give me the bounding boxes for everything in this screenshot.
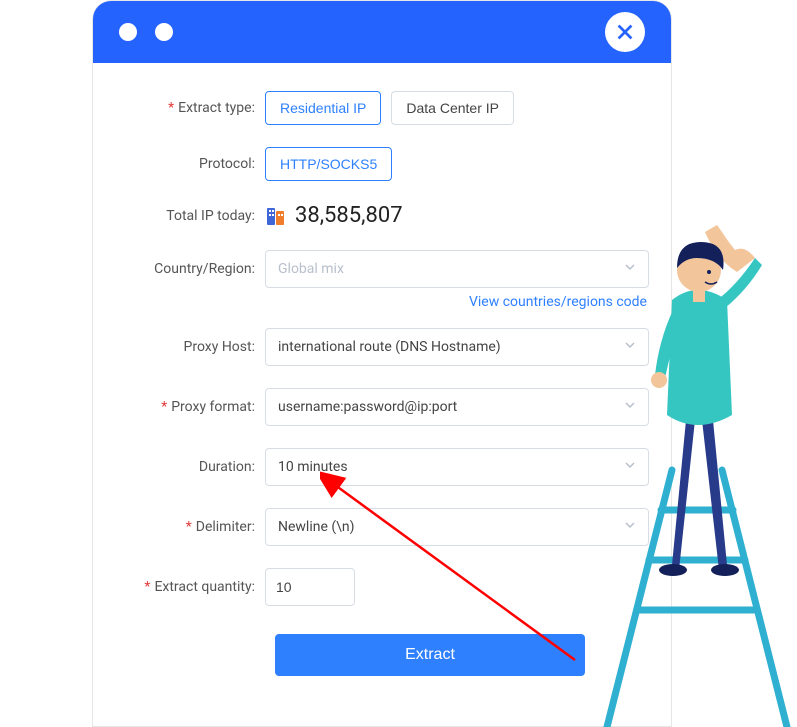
option-protocol[interactable]: HTTP/SOCKS5 bbox=[265, 147, 392, 181]
proxy-format-value: username:password@ip:port bbox=[278, 399, 457, 415]
label-proxy-format: Proxy format: bbox=[171, 399, 255, 415]
country-region-select[interactable]: Global mix bbox=[265, 250, 649, 288]
label-total-ip: Total IP today: bbox=[166, 208, 255, 224]
settings-window: *Extract type: Residential IP Data Cente… bbox=[92, 0, 672, 727]
label-quantity: Extract quantity: bbox=[154, 579, 255, 595]
close-button[interactable] bbox=[605, 12, 645, 52]
label-country: Country/Region: bbox=[154, 261, 255, 277]
form: *Extract type: Residential IP Data Cente… bbox=[93, 63, 671, 676]
option-data-center-ip[interactable]: Data Center IP bbox=[391, 91, 514, 125]
label-duration: Duration: bbox=[199, 459, 255, 475]
required-mark: * bbox=[168, 100, 174, 116]
required-mark: * bbox=[144, 579, 150, 595]
label-protocol: Protocol: bbox=[199, 156, 255, 172]
label-extract-type: Extract type: bbox=[178, 100, 255, 116]
delimiter-value: Newline (\n) bbox=[278, 519, 355, 535]
extract-button[interactable]: Extract bbox=[275, 634, 585, 676]
chevron-down-icon bbox=[624, 261, 636, 277]
delimiter-select[interactable]: Newline (\n) bbox=[265, 508, 649, 546]
required-mark: * bbox=[161, 399, 167, 415]
duration-select[interactable]: 10 minutes bbox=[265, 448, 649, 486]
label-delimiter: Delimiter: bbox=[196, 519, 255, 535]
titlebar bbox=[93, 1, 671, 63]
option-residential-ip[interactable]: Residential IP bbox=[265, 91, 381, 125]
proxy-format-select[interactable]: username:password@ip:port bbox=[265, 388, 649, 426]
required-mark: * bbox=[186, 519, 192, 535]
building-icon bbox=[265, 205, 287, 227]
chevron-down-icon bbox=[624, 339, 636, 355]
window-dots bbox=[119, 23, 173, 41]
view-countries-link[interactable]: View countries/regions code bbox=[469, 294, 647, 310]
proxy-host-value: international route (DNS Hostname) bbox=[278, 339, 501, 355]
chevron-down-icon bbox=[624, 459, 636, 475]
chevron-down-icon bbox=[624, 519, 636, 535]
window-dot bbox=[155, 23, 173, 41]
country-region-value: Global mix bbox=[278, 261, 344, 277]
label-proxy-host: Proxy Host: bbox=[184, 339, 256, 355]
close-icon bbox=[614, 21, 636, 43]
proxy-host-select[interactable]: international route (DNS Hostname) bbox=[265, 328, 649, 366]
quantity-input[interactable] bbox=[265, 568, 355, 606]
total-ip-value: 38,585,807 bbox=[295, 203, 403, 228]
duration-value: 10 minutes bbox=[278, 459, 348, 475]
window-dot bbox=[119, 23, 137, 41]
chevron-down-icon bbox=[624, 399, 636, 415]
total-ip-value-group: 38,585,807 bbox=[265, 203, 403, 228]
